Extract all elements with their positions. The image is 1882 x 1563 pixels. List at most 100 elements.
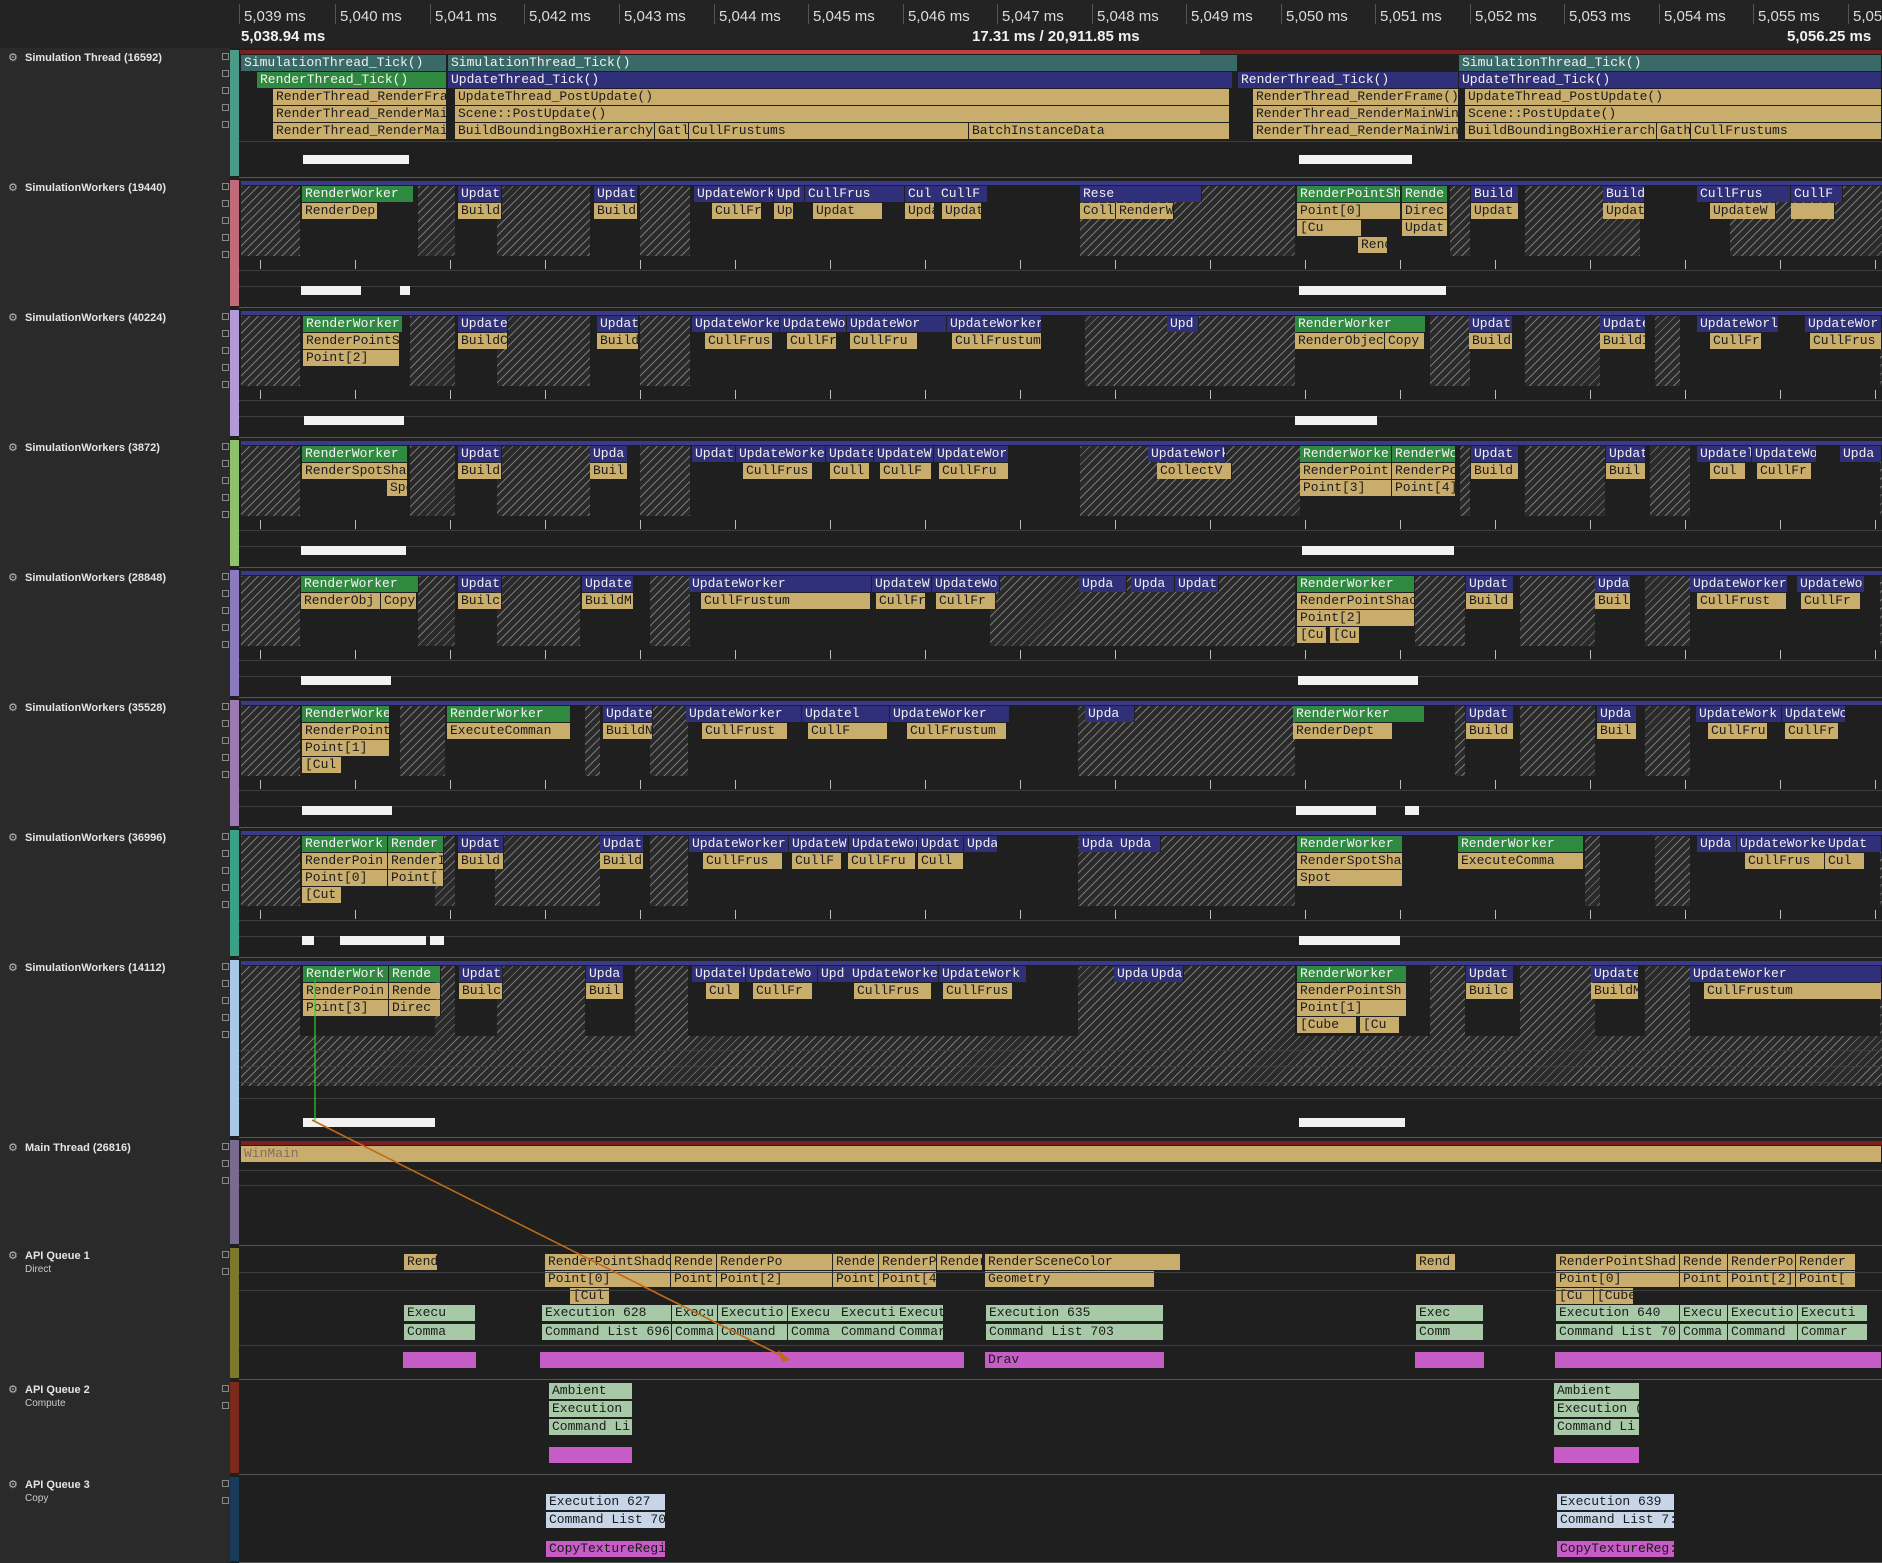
- timeline-event[interactable]: Buil: [586, 983, 624, 999]
- expand-toggle[interactable]: [222, 1251, 229, 1258]
- gpu-work-block[interactable]: [1555, 1352, 1882, 1368]
- timeline-event[interactable]: Ambient: [549, 1383, 633, 1399]
- timeline-event[interactable]: UpdateWorker: [1603, 203, 1645, 219]
- expand-toggle[interactable]: [222, 1143, 229, 1150]
- expand-toggle[interactable]: [222, 997, 229, 1004]
- timeline-event[interactable]: Point[0]: [1297, 203, 1401, 219]
- timeline-event[interactable]: Spot: [387, 480, 408, 496]
- timeline-event[interactable]: Updatel: [802, 706, 890, 722]
- timeline-event[interactable]: UpdateWork: [939, 966, 1027, 982]
- thread-label[interactable]: ⚙ Main Thread (26816): [8, 1141, 131, 1154]
- timeline-event[interactable]: Build: [594, 203, 638, 219]
- timeline-event[interactable]: Point: [671, 1271, 717, 1287]
- timeline-event[interactable]: UpdateWo: [746, 966, 818, 982]
- timeline-event[interactable]: Geometry: [985, 1271, 1155, 1287]
- gpu-work-block[interactable]: [1415, 1352, 1485, 1368]
- expand-toggle[interactable]: [222, 963, 229, 970]
- timeline-event[interactable]: CullFrustum: [952, 333, 1042, 349]
- timeline-event[interactable]: Gatl: [655, 123, 689, 139]
- timeline-event[interactable]: SimulationThread_Tick(): [1459, 55, 1882, 71]
- expand-toggle[interactable]: [222, 1402, 229, 1409]
- timeline-event[interactable]: Comma: [404, 1324, 476, 1340]
- timeline-event[interactable]: RenderWorker: [1295, 316, 1426, 332]
- expand-toggle[interactable]: [222, 87, 229, 94]
- timeline-event[interactable]: Scene::PostUpdate(): [455, 106, 1230, 122]
- timeline-event[interactable]: Commar: [1798, 1324, 1868, 1340]
- timeline-event[interactable]: Command: [718, 1324, 788, 1340]
- expand-toggle[interactable]: [222, 980, 229, 987]
- timeline-event[interactable]: Builc: [1466, 983, 1514, 999]
- gear-icon[interactable]: ⚙: [8, 1249, 19, 1262]
- timeline-event[interactable]: [Cul: [1297, 627, 1327, 643]
- timeline-event[interactable]: BuildI: [600, 853, 644, 869]
- timeline-event[interactable]: Rende: [671, 1254, 717, 1270]
- timeline-event[interactable]: CullFr: [1710, 333, 1762, 349]
- timeline-event[interactable]: UpdateW: [874, 446, 934, 462]
- expand-toggle[interactable]: [222, 234, 229, 241]
- timeline-event[interactable]: Point: [833, 1271, 879, 1287]
- expand-toggle[interactable]: [222, 703, 229, 710]
- timeline-event[interactable]: [Cu: [1297, 220, 1362, 236]
- time-ruler[interactable]: 5,039 ms 5,040 ms 5,041 ms 5,042 ms 5,043 ms…: [0, 0, 1882, 48]
- timeline-event[interactable]: CullFrust: [702, 723, 788, 739]
- timeline-event[interactable]: RenderPointS: [303, 333, 400, 349]
- timeline-event[interactable]: Builc: [458, 593, 502, 609]
- timeline-event[interactable]: Exec: [1416, 1305, 1484, 1321]
- thread-label[interactable]: ⚙ API Queue 1: [8, 1249, 90, 1262]
- timeline-event[interactable]: Updat: [458, 186, 502, 202]
- gear-icon[interactable]: ⚙: [8, 571, 19, 584]
- gear-icon[interactable]: ⚙: [8, 1383, 19, 1396]
- timeline-event[interactable]: Executio: [1728, 1305, 1798, 1321]
- expand-toggle[interactable]: [222, 313, 229, 320]
- timeline-event[interactable]: Build: [458, 853, 504, 869]
- timeline-event[interactable]: RenderPointSh: [1297, 983, 1407, 999]
- timeline-event[interactable]: UpdateWork: [1148, 446, 1226, 462]
- timeline-event[interactable]: Build: [1466, 593, 1514, 609]
- timeline-event[interactable]: Updat: [918, 836, 964, 852]
- timeline-event[interactable]: UpdateThread_Tick(): [448, 72, 1233, 88]
- timeline-event[interactable]: ExecuteComman: [447, 723, 571, 739]
- timeline-event[interactable]: Cul: [1825, 853, 1865, 869]
- timeline-event[interactable]: RenderWorker: [301, 576, 419, 592]
- timeline-event[interactable]: RenderThread_RenderMainWin: [1253, 123, 1459, 139]
- timeline-event[interactable]: Upda: [1697, 836, 1737, 852]
- timeline-event[interactable]: Collect: [1080, 203, 1116, 219]
- timeline-event[interactable]: Rend: [1416, 1254, 1456, 1270]
- thread-label[interactable]: ⚙ SimulationWorkers (40224): [8, 311, 166, 324]
- timeline-event[interactable]: RenderThread_RenderMainWin: [1253, 106, 1459, 122]
- thread-label[interactable]: ⚙ API Queue 3: [8, 1478, 90, 1491]
- timeline-event[interactable]: Comm: [1416, 1324, 1484, 1340]
- timeline-event[interactable]: Direc: [1402, 203, 1448, 219]
- timeline-event[interactable]: BuildI: [1600, 333, 1646, 349]
- expand-toggle[interactable]: [222, 573, 229, 580]
- timeline-event[interactable]: Builc: [459, 983, 503, 999]
- timeline-event[interactable]: [1791, 203, 1835, 219]
- timeline-event[interactable]: CullFr: [936, 593, 996, 609]
- timeline-event[interactable]: UpdateWork: [694, 186, 774, 202]
- timeline-event[interactable]: RenderWo: [1392, 446, 1456, 462]
- timeline-event[interactable]: Render: [388, 836, 444, 852]
- timeline-event[interactable]: BuildM: [1591, 983, 1639, 999]
- expand-toggle[interactable]: [222, 104, 229, 111]
- expand-toggle[interactable]: [222, 641, 229, 648]
- timeline-event[interactable]: BatchInstanceData: [969, 123, 1230, 139]
- timeline-event[interactable]: Updat: [600, 836, 644, 852]
- timeline-event[interactable]: RenderDep: [302, 203, 378, 219]
- timeline-event[interactable]: Executi: [838, 1305, 898, 1321]
- timeline-event[interactable]: Render: [937, 1254, 983, 1270]
- timeline-event[interactable]: RenderPointShad: [1556, 1254, 1680, 1270]
- timeline-event[interactable]: RenderPoint: [1300, 463, 1392, 479]
- timeline-event[interactable]: Update: [826, 446, 874, 462]
- timeline-event[interactable]: Updat: [1471, 446, 1519, 462]
- timeline-event[interactable]: Execution: [549, 1401, 633, 1417]
- timeline-event[interactable]: Rende: [1680, 1254, 1728, 1270]
- timeline-event[interactable]: Build: [458, 463, 502, 479]
- expand-toggle[interactable]: [222, 1031, 229, 1038]
- timeline-event[interactable]: Upda: [586, 966, 624, 982]
- timeline-view[interactable]: 5,039 ms 5,040 ms 5,041 ms 5,042 ms 5,043 ms…: [0, 0, 1882, 1563]
- timeline-event[interactable]: Updat: [458, 576, 502, 592]
- timeline-event[interactable]: CopyTextureRegi: [546, 1541, 666, 1557]
- timeline-event[interactable]: Updatel: [1697, 446, 1752, 462]
- timeline-event[interactable]: UpdateWorker: [947, 316, 1042, 332]
- timeline-event[interactable]: UpdateThread_PostUpdate(): [455, 89, 1230, 105]
